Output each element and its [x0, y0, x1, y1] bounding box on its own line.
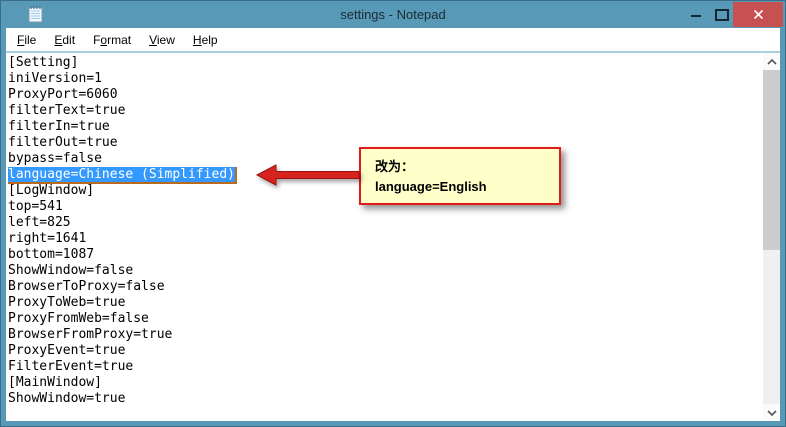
editor-line: ProxyToWeb=true — [8, 295, 126, 310]
chevron-up-icon — [766, 58, 777, 65]
editor-line: filterText=true — [8, 103, 126, 118]
editor-line: left=825 — [8, 215, 71, 230]
editor-line: BrowserFromProxy=true — [8, 327, 173, 342]
editor-line: bottom=1087 — [8, 247, 95, 262]
menu-format[interactable]: Format — [84, 30, 140, 50]
maximize-icon — [715, 8, 729, 21]
editor-line: ProxyFromWeb=false — [8, 311, 149, 326]
menu-view[interactable]: View — [140, 30, 184, 50]
scroll-up-button[interactable] — [763, 53, 780, 70]
maximize-button[interactable] — [709, 2, 735, 27]
annotation-line1: 改为： — [375, 159, 415, 174]
editor-line: FilterEvent=true — [8, 359, 134, 374]
notepad-window: settings - Notepad File Edit Format View… — [0, 0, 786, 427]
menu-edit[interactable]: Edit — [45, 30, 84, 50]
minimize-icon — [691, 15, 701, 17]
close-button[interactable] — [733, 2, 783, 27]
editor-line: [Setting] — [8, 55, 79, 70]
editor-line: ProxyPort=6060 — [8, 87, 118, 102]
editor-line: ShowWindow=true — [8, 391, 126, 406]
annotation-line2: language=English — [375, 179, 487, 194]
window-title: settings - Notepad — [340, 7, 446, 22]
titlebar: settings - Notepad — [1, 1, 785, 28]
scrollbar-thumb[interactable] — [763, 70, 780, 250]
minimize-button[interactable] — [683, 2, 709, 27]
editor-line: ShowWindow=false — [8, 263, 134, 278]
selected-text: language=Chinese (Simplified) — [8, 167, 237, 182]
menu-help[interactable]: Help — [184, 30, 227, 50]
vertical-scrollbar[interactable] — [763, 53, 780, 421]
close-icon — [753, 9, 763, 20]
editor-line: ProxyEvent=true — [8, 343, 126, 358]
chevron-down-icon — [766, 409, 777, 416]
red-arrow-icon — [255, 164, 360, 186]
annotation-box: 改为： language=English — [359, 147, 561, 205]
editor-line: [MainWindow] — [8, 375, 102, 390]
text-editor[interactable]: [Setting] iniVersion=1 ProxyPort=6060 fi… — [6, 51, 780, 421]
menubar: File Edit Format View Help — [6, 28, 780, 51]
scroll-down-button[interactable] — [763, 404, 780, 421]
editor-line: iniVersion=1 — [8, 71, 102, 86]
editor-line: BrowserToProxy=false — [8, 279, 165, 294]
editor-line: right=1641 — [8, 231, 87, 246]
menu-file[interactable]: File — [8, 30, 45, 50]
editor-line: filterIn=true — [8, 119, 110, 134]
